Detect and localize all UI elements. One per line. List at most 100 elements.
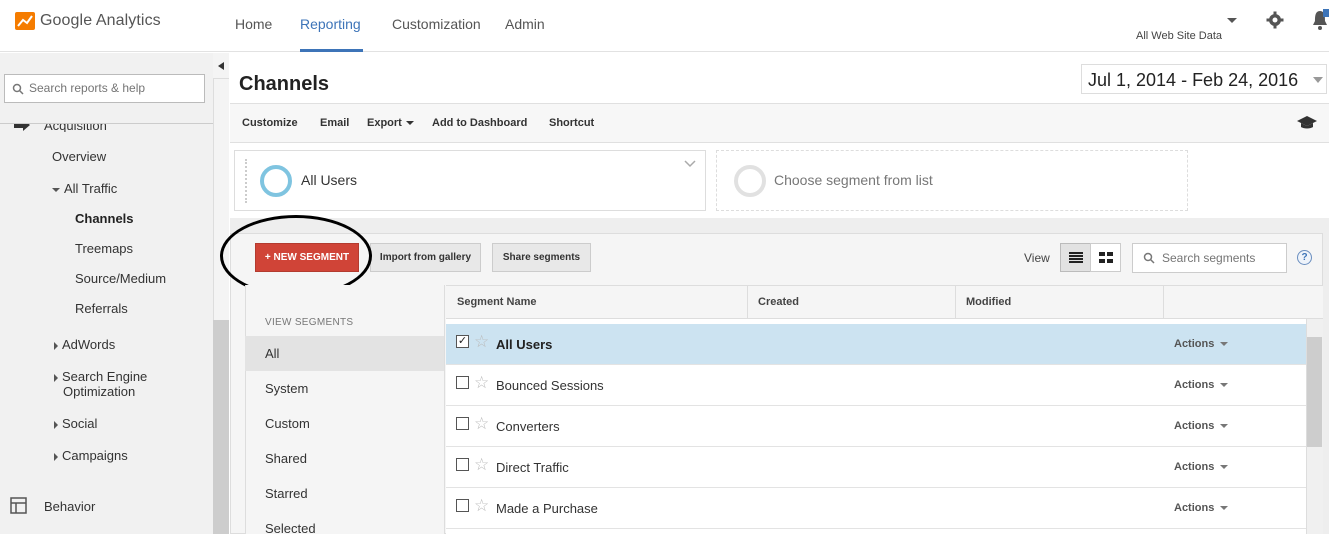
table-header: Segment Name Created Modified [446,285,1323,319]
email-button[interactable]: Email [320,117,349,129]
search-input[interactable] [29,81,199,95]
sidebar-item-social[interactable]: Social [54,416,97,431]
filter-starred[interactable]: Starred [245,476,444,511]
filter-selected[interactable]: Selected [245,511,444,546]
sidebar-item-channels[interactable]: Channels [75,211,134,226]
account-dropdown-icon[interactable] [1227,18,1237,23]
sidebar-item-label: Campaigns [62,448,128,463]
actions-label: Actions [1174,461,1215,473]
google-analytics-logo[interactable]: Google Analytics [15,12,161,30]
filter-custom[interactable]: Custom [245,406,444,441]
nav-reporting[interactable]: Reporting [300,16,361,32]
collapse-sidebar-button[interactable] [213,53,229,79]
segment-name[interactable]: Bounced Sessions [496,378,604,393]
segment-card-placeholder: Choose segment from list [774,172,933,188]
view-label: View [1024,251,1050,265]
filter-all[interactable]: All [245,336,444,371]
actions-label: Actions [1174,420,1215,432]
segment-card-selected[interactable]: All Users [234,150,706,211]
column-header-created[interactable]: Created [758,296,799,308]
column-header-modified[interactable]: Modified [966,296,1011,308]
table-row[interactable]: ☆ Converters Actions [446,406,1306,447]
segment-bar: All Users Choose segment from list [230,144,1329,218]
sidebar-item-adwords[interactable]: AdWords [54,337,115,352]
segment-name[interactable]: Converters [496,419,560,434]
sidebar-item-source-medium[interactable]: Source/Medium [75,271,166,286]
shortcut-button[interactable]: Shortcut [549,117,594,129]
page-title: Channels [239,73,330,95]
import-from-gallery-button[interactable]: Import from gallery [370,243,481,272]
account-selector[interactable]: All Web Site Data [1136,30,1222,42]
star-icon[interactable]: ☆ [474,373,489,393]
star-icon[interactable]: ☆ [474,332,489,352]
segment-name[interactable]: All Users [496,337,552,352]
segment-search-input[interactable] [1162,251,1282,265]
actions-dropdown[interactable]: Actions [1174,379,1229,391]
table-row[interactable]: ✓ ☆ All Users Actions [446,324,1306,365]
share-segments-button[interactable]: Share segments [492,243,591,272]
nav-admin[interactable]: Admin [505,16,545,32]
actions-label: Actions [1174,502,1215,514]
help-icon[interactable]: ? [1297,250,1312,265]
row-checkbox[interactable] [456,376,469,389]
sidebar-item-behavior[interactable]: Behavior [44,499,95,514]
customize-button[interactable]: Customize [242,117,298,129]
nav-home[interactable]: Home [235,16,272,32]
sidebar-item-treemaps[interactable]: Treemaps [75,241,133,256]
sidebar-item-campaigns[interactable]: Campaigns [54,448,128,463]
table-row[interactable]: ☆ Made a Purchase Actions [446,488,1306,529]
sidebar-item-overview[interactable]: Overview [52,149,106,164]
sidebar-item-referrals[interactable]: Referrals [75,301,128,316]
sidebar-item-label: All Traffic [64,181,118,196]
notification-bell-icon[interactable] [1311,9,1329,31]
table-row[interactable]: ☆ Bounced Sessions Actions [446,365,1306,406]
date-range-value: Jul 1, 2014 - Feb 24, 2016 [1088,70,1299,90]
list-view-icon [1068,252,1083,263]
actions-dropdown[interactable]: Actions [1174,461,1229,473]
table-row[interactable]: ☆ Direct Traffic Actions [446,447,1306,488]
filter-shared[interactable]: Shared [245,441,444,476]
segment-search[interactable] [1132,243,1287,273]
gear-icon[interactable] [1266,11,1284,29]
sidebar-section-acquisition[interactable]: Acquisition [0,124,213,132]
segment-card-label: All Users [301,172,358,188]
filter-system[interactable]: System [245,371,444,406]
nav-customization[interactable]: Customization [392,16,481,32]
column-header-segment-name[interactable]: Segment Name [457,296,536,308]
row-checkbox[interactable] [456,458,469,471]
add-to-dashboard-button[interactable]: Add to Dashboard [432,117,527,129]
export-button[interactable]: Export [367,117,418,129]
star-icon[interactable]: ☆ [474,414,489,434]
actions-dropdown[interactable]: Actions [1174,338,1229,350]
chevron-down-icon[interactable] [684,160,696,168]
expand-right-icon [54,420,58,429]
actions-dropdown[interactable]: Actions [1174,420,1229,432]
row-checkbox[interactable] [456,499,469,512]
grid-view-button[interactable] [1090,243,1121,272]
segment-name[interactable]: Made a Purchase [496,501,598,516]
row-checkbox[interactable]: ✓ [456,335,469,348]
date-range-picker[interactable]: Jul 1, 2014 - Feb 24, 2016 [1081,64,1327,94]
actions-label: Actions [1174,338,1215,350]
star-icon[interactable]: ☆ [474,496,489,516]
actions-dropdown[interactable]: Actions [1174,502,1229,514]
actions-label: Actions [1174,379,1215,391]
chevron-down-icon [1220,465,1229,470]
segment-card-empty[interactable]: Choose segment from list [716,150,1188,211]
drag-handle[interactable] [245,159,247,203]
chevron-down-icon [1313,77,1323,83]
search-icon [12,83,24,95]
star-icon[interactable]: ☆ [474,455,489,475]
segment-name[interactable]: Direct Traffic [496,460,569,475]
list-view-button[interactable] [1060,243,1091,272]
report-search[interactable] [4,74,205,103]
sidebar-item-acquisition[interactable]: Acquisition [44,124,107,132]
sidebar-item-label: AdWords [62,337,116,352]
sidebar-scrollbar-thumb[interactable] [213,320,229,534]
sidebar-item-all-traffic[interactable]: All Traffic [52,181,117,196]
sidebar-item-seo[interactable]: Search Engine Optimization [54,369,147,399]
table-scrollbar-thumb[interactable] [1307,337,1322,447]
graduation-cap-icon[interactable] [1297,116,1317,130]
expand-down-icon [52,187,60,192]
row-checkbox[interactable] [456,417,469,430]
